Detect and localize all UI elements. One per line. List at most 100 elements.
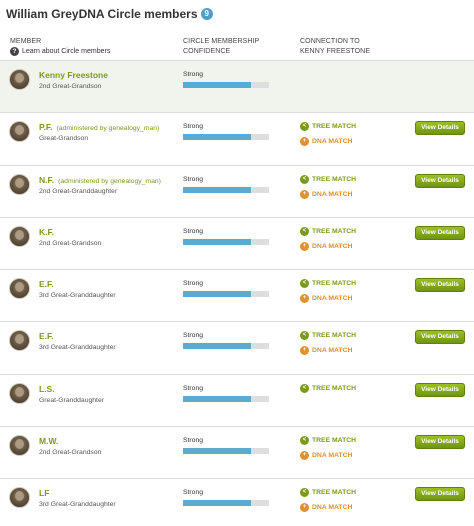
confidence-bar-fill	[183, 238, 251, 245]
tree-match-badge: < TREE MATCH	[300, 174, 357, 184]
dna-match-label: DNA MATCH	[312, 190, 353, 198]
avatar[interactable]	[9, 121, 30, 143]
confidence-label: Strong	[183, 280, 204, 287]
confidence-label: Strong	[183, 384, 204, 392]
confidence-header-line1: CIRCLE MEMBERSHIP	[183, 38, 260, 45]
member-relation: 3rd Great-Granddaughter	[39, 501, 116, 508]
tree-match-badge: < TREE MATCH	[300, 435, 357, 445]
confidence-bar-fill	[183, 447, 251, 454]
confidence-bar	[183, 238, 269, 245]
member-name[interactable]: L.S.	[39, 384, 55, 394]
page-title: William GreyDNA Circle members	[6, 6, 198, 21]
view-details-button[interactable]: View Details	[415, 487, 465, 501]
confidence-bar-fill	[183, 82, 251, 88]
member-relation: 3rd Great-Granddaughter	[39, 292, 116, 299]
members-list: Kenny Freestone 2nd Great-Grandson Strong P…	[0, 60, 474, 526]
confidence-bar-fill	[183, 134, 251, 141]
dna-match-badge: + DNA MATCH	[300, 241, 353, 251]
member-row: Kenny Freestone 2nd Great-Grandson Strong	[0, 60, 474, 113]
view-details-button[interactable]: View Details	[415, 330, 465, 345]
dna-match-badge: + DNA MATCH	[300, 450, 352, 460]
member-name-label[interactable]: LF	[39, 488, 49, 498]
view-details-button[interactable]: View Details	[415, 434, 465, 449]
member-name[interactable]: LF	[39, 488, 49, 498]
learn-link-label[interactable]: Learn about Circle members	[22, 48, 110, 55]
confidence-bar	[183, 447, 269, 454]
column-header-confidence: CIRCLE MEMBERSHIP CONFIDENCE	[183, 37, 259, 57]
tree-match-badge: < TREE MATCH	[300, 279, 356, 288]
member-name[interactable]: E.F.	[39, 331, 54, 341]
member-name[interactable]: P.F. (administered by genealogy_man)	[39, 122, 159, 132]
share-icon: <	[300, 488, 309, 497]
member-name-label[interactable]: E.F.	[39, 331, 54, 341]
member-name[interactable]: K.F.	[39, 227, 54, 237]
dna-match-badge: + DNA MATCH	[300, 189, 353, 199]
avatar[interactable]	[9, 225, 30, 247]
confidence-bar-fill	[183, 291, 251, 297]
dna-match-label: DNA MATCH	[312, 138, 353, 146]
avatar[interactable]	[9, 382, 30, 404]
tree-match-label: TREE MATCH	[312, 436, 357, 444]
view-details-button[interactable]: View Details	[415, 382, 465, 397]
confidence-bar	[183, 395, 269, 402]
member-row: K.F. 2nd Great-Grandson Strong < TREE MATCH +…	[0, 216, 474, 269]
avatar[interactable]	[9, 487, 30, 508]
avatar[interactable]	[9, 434, 30, 456]
avatar[interactable]	[9, 330, 30, 352]
member-name-label[interactable]: L.S.	[39, 384, 55, 394]
dna-match-label: DNA MATCH	[312, 504, 353, 511]
member-relation: 2nd Great-Grandson	[39, 448, 102, 456]
connection-header-line2: KENNY FREESTONE	[300, 48, 371, 55]
tree-match-label: TREE MATCH	[312, 175, 357, 183]
member-name-label[interactable]: K.F.	[39, 227, 54, 237]
member-name[interactable]: N.F. (administered by genealogy_man)	[39, 175, 161, 185]
confidence-label: Strong	[183, 436, 204, 444]
view-details-button[interactable]: View Details	[415, 173, 465, 188]
avatar[interactable]	[9, 69, 30, 90]
plus-icon: +	[300, 346, 309, 356]
member-relation: 2nd Great-Granddaughter	[39, 187, 118, 195]
member-name[interactable]: E.F.	[39, 279, 54, 289]
confidence-label: Strong	[183, 71, 204, 78]
avatar[interactable]	[9, 173, 30, 195]
avatar[interactable]	[9, 278, 30, 299]
member-name[interactable]: Kenny Freestone	[39, 70, 108, 80]
member-relation: Great-Grandson	[39, 135, 89, 143]
plus-icon: +	[300, 294, 309, 303]
share-icon: <	[300, 279, 309, 288]
member-row: LF 3rd Great-Granddaughter Strong < TREE MAT…	[0, 478, 474, 526]
confidence-bar	[183, 186, 269, 193]
view-details-button[interactable]: View Details	[415, 121, 465, 136]
member-name-label[interactable]: M.W.	[39, 436, 58, 446]
tree-match-badge: < TREE MATCH	[300, 122, 356, 132]
member-row: E.F. 3rd Great-Granddaughter Strong < TREE M…	[0, 269, 474, 322]
member-name[interactable]: M.W.	[39, 436, 58, 446]
member-relation: Great-Granddaughter	[39, 396, 104, 404]
view-details-button[interactable]: View Details	[415, 278, 465, 292]
tree-match-label: TREE MATCH	[312, 489, 357, 496]
dna-match-badge: + DNA MATCH	[300, 503, 352, 512]
confidence-label: Strong	[183, 489, 204, 496]
tree-match-label: TREE MATCH	[312, 332, 357, 340]
dna-match-badge: + DNA MATCH	[300, 294, 352, 303]
question-icon: ?	[10, 47, 19, 56]
member-name-label[interactable]: E.F.	[39, 279, 54, 289]
plus-icon: +	[300, 189, 309, 199]
member-name-label[interactable]: N.F.	[39, 175, 54, 185]
circle-header: William GreyDNA Circle members 9	[0, 0, 474, 26]
member-name-label[interactable]: P.F.	[39, 122, 53, 132]
confidence-bar	[183, 82, 269, 88]
share-icon: <	[300, 383, 309, 393]
member-relation: 3rd Great-Granddaughter	[39, 344, 116, 352]
view-details-button[interactable]: View Details	[415, 225, 465, 240]
dna-match-label: DNA MATCH	[312, 242, 353, 250]
confidence-label: Strong	[183, 175, 204, 183]
tree-match-badge: < TREE MATCH	[300, 488, 356, 497]
member-name-label[interactable]: Kenny Freestone	[39, 70, 108, 80]
member-row: P.F. (administered by genealogy_man) Great…	[0, 112, 474, 165]
dna-match-badge: + DNA MATCH	[300, 137, 353, 147]
column-header-connection: CONNECTION TO KENNY FREESTONE	[300, 37, 370, 57]
confidence-label: Strong	[183, 123, 204, 131]
learn-about-link[interactable]: ? Learn about Circle members	[10, 47, 110, 56]
administered-by-note: (administered by genealogy_man)	[56, 125, 160, 133]
